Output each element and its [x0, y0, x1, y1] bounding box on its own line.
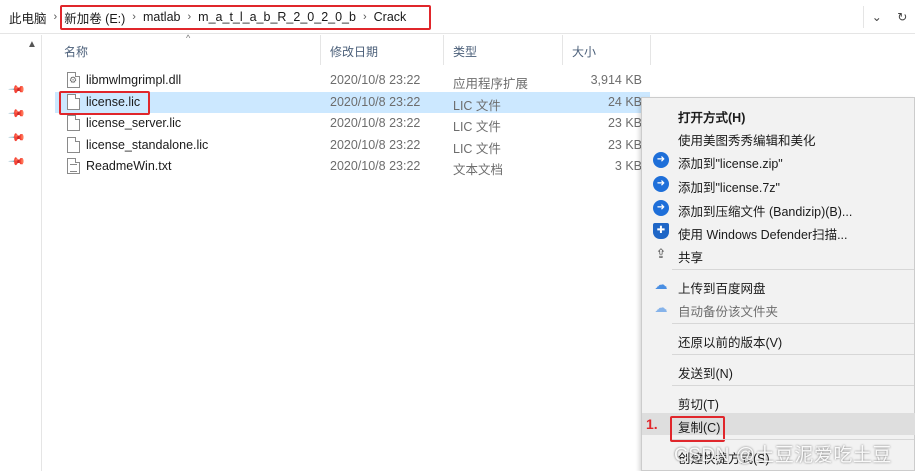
file-date: 2020/10/8 23:22 [330, 159, 421, 173]
file-name: license_standalone.lic [86, 138, 209, 152]
file-size: 24 KB [607, 95, 642, 109]
breadcrumb-matlab[interactable]: matlab [138, 10, 186, 24]
file-date: 2020/10/8 23:22 [330, 116, 421, 130]
chevron-right-icon[interactable]: › [361, 11, 369, 23]
file-icon [67, 137, 80, 153]
bandizip-icon: ➜ [653, 176, 669, 192]
menu-separator [672, 354, 914, 355]
file-size: 3 KB [614, 159, 642, 173]
refresh-icon[interactable]: ↻ [897, 10, 907, 24]
pin-icon[interactable]: 📌 [7, 104, 26, 123]
menu-item-send-to[interactable]: 发送到(N) [642, 359, 915, 381]
file-date: 2020/10/8 23:22 [330, 138, 421, 152]
dll-file-icon [67, 72, 80, 88]
pin-icon[interactable]: 📌 [7, 80, 26, 99]
menu-item-copy[interactable]: 1. 复制(C) [642, 413, 915, 435]
file-name: license_server.lic [86, 116, 182, 130]
menu-separator [672, 385, 914, 386]
chevron-up-icon[interactable]: ▲ [27, 39, 37, 50]
text-file-icon [67, 158, 80, 174]
file-row[interactable]: license_server.lic 2020/10/8 23:22 LIC 文… [55, 113, 650, 134]
column-header-name[interactable]: 名称 [64, 43, 88, 60]
menu-item-add-zip[interactable]: ➜ 添加到"license.zip" [642, 149, 915, 171]
watermark-text: CSDN @土豆泥爱吃土豆 [674, 445, 892, 466]
file-row[interactable]: libmwlmgrimpl.dll 2020/10/8 23:22 应用程序扩展… [55, 70, 650, 91]
chevron-right-icon[interactable]: › [130, 11, 138, 23]
pin-icon[interactable]: 📌 [7, 152, 26, 171]
file-type: LIC 文件 [453, 120, 501, 134]
baidu-cloud-icon: ☁ [654, 277, 668, 292]
breadcrumb-drive-e[interactable]: 新加卷 (E:) [59, 8, 130, 27]
file-size: 23 KB [607, 116, 642, 130]
share-icon: ⇪ [655, 246, 667, 261]
menu-separator [672, 323, 914, 324]
column-headers: 名称 ^ 修改日期 类型 大小 [55, 33, 655, 65]
file-row[interactable]: license_standalone.lic 2020/10/8 23:22 L… [55, 135, 650, 156]
breadcrumb-crack[interactable]: Crack [369, 10, 412, 24]
file-name: license.lic [86, 95, 141, 109]
menu-item-cut[interactable]: 剪切(T) [642, 390, 915, 412]
sort-ascending-icon: ^ [186, 33, 191, 43]
file-size: 3,914 KB [590, 73, 642, 87]
context-menu: 打开方式(H) 使用美图秀秀编辑和美化 ➜ 添加到"license.zip" ➜… [641, 97, 915, 471]
chevron-right-icon[interactable]: › [52, 11, 60, 23]
pin-icon[interactable]: 📌 [7, 128, 26, 147]
column-divider[interactable] [562, 35, 563, 65]
file-type: LIC 文件 [453, 142, 501, 156]
breadcrumb-this-pc[interactable]: 此电脑 [4, 8, 52, 27]
column-divider[interactable] [650, 35, 651, 65]
step-number-label: 1. [646, 416, 658, 432]
file-icon [67, 115, 80, 131]
file-type: LIC 文件 [453, 99, 501, 113]
file-date: 2020/10/8 23:22 [330, 73, 421, 87]
file-type: 文本文档 [453, 163, 504, 177]
breadcrumb-matlab-folder[interactable]: m_a_t_l_a_b_R_2_0_2_0_b [193, 10, 361, 24]
menu-item-upload-baidu[interactable]: ☁ 上传到百度网盘 [642, 274, 915, 296]
menu-item-open-with[interactable]: 打开方式(H) [642, 103, 915, 125]
menu-item-share[interactable]: ⇪ 共享 [642, 243, 915, 265]
column-divider[interactable] [443, 35, 444, 65]
chevron-down-icon[interactable]: ⌄ [872, 10, 882, 24]
menu-item-restore-versions[interactable]: 还原以前的版本(V) [642, 328, 915, 350]
breadcrumb: 此电脑 › 新加卷 (E:) › matlab › m_a_t_l_a_b_R_… [4, 5, 411, 29]
menu-item-defender-scan[interactable]: ✚ 使用 Windows Defender扫描... [642, 220, 915, 242]
chevron-right-icon[interactable]: › [186, 11, 194, 23]
menu-separator [672, 269, 914, 270]
file-type: 应用程序扩展 [453, 77, 529, 91]
address-controls: ⌄ ↻ [863, 6, 915, 28]
file-icon [67, 94, 80, 110]
file-name: ReadmeWin.txt [86, 159, 172, 173]
file-row[interactable]: ReadmeWin.txt 2020/10/8 23:22 文本文档 3 KB [55, 156, 650, 177]
defender-shield-icon: ✚ [653, 223, 669, 239]
menu-item-add-7z[interactable]: ➜ 添加到"license.7z" [642, 173, 915, 195]
column-header-size[interactable]: 大小 [572, 43, 596, 60]
address-bar[interactable]: 此电脑 › 新加卷 (E:) › matlab › m_a_t_l_a_b_R_… [0, 0, 915, 34]
menu-item-add-bandizip[interactable]: ➜ 添加到压缩文件 (Bandizip)(B)... [642, 197, 915, 219]
bandizip-icon: ➜ [653, 200, 669, 216]
file-name: libmwlmgrimpl.dll [86, 73, 182, 87]
file-size: 23 KB [607, 138, 642, 152]
file-row-selected[interactable]: license.lic 2020/10/8 23:22 LIC 文件 24 KB [55, 92, 650, 113]
menu-item-auto-backup[interactable]: ☁ 自动备份该文件夹 [642, 297, 915, 319]
bandizip-icon: ➜ [653, 152, 669, 168]
column-divider[interactable] [320, 35, 321, 65]
column-header-type[interactable]: 类型 [453, 43, 477, 60]
navigation-pane-edge: ▲ 📌 📌 📌 📌 [0, 35, 42, 471]
column-header-date[interactable]: 修改日期 [330, 43, 378, 60]
menu-item-meitu[interactable]: 使用美图秀秀编辑和美化 [642, 126, 915, 148]
file-date: 2020/10/8 23:22 [330, 95, 421, 109]
baidu-cloud-icon: ☁ [654, 300, 668, 315]
